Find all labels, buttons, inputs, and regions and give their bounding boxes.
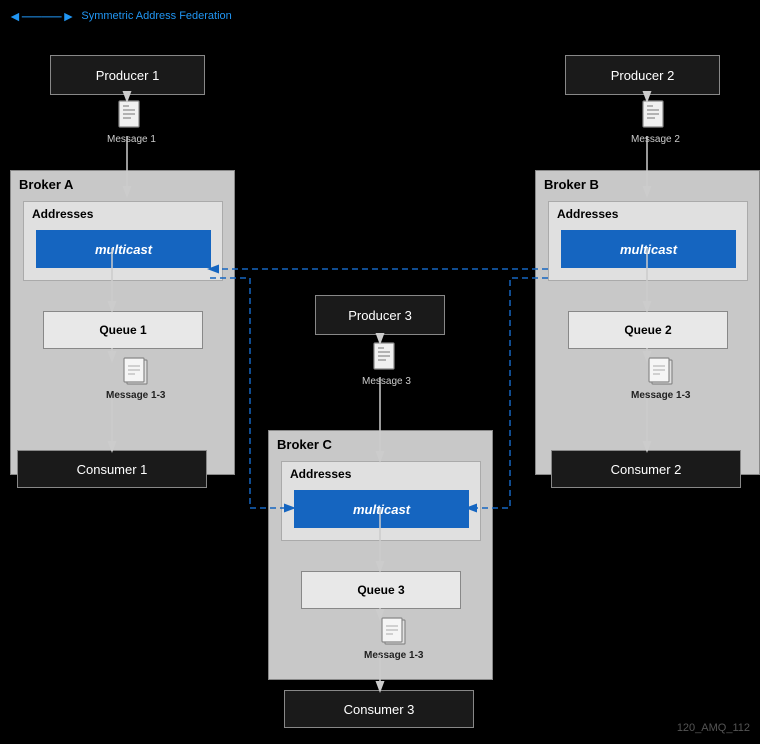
producer3-label: Producer 3: [348, 308, 412, 323]
message1-icon: Message 1: [107, 100, 156, 145]
queue2-box: Queue 2: [568, 311, 728, 349]
federation-label: Symmetric Address Federation: [81, 10, 231, 22]
queue1-label: Queue 1: [99, 323, 146, 337]
addresses-label-b: Addresses: [557, 207, 618, 221]
broker-c-label: Broker C: [277, 437, 332, 452]
federation-arrow-icon: ◄────►: [8, 8, 75, 24]
addresses-panel-b: Addresses multicast: [548, 201, 748, 281]
multicast-label-b: multicast: [620, 242, 677, 257]
broker-a-panel: Broker A Addresses multicast Queue 1 Mes…: [10, 170, 235, 475]
addresses-panel-c: Addresses multicast: [281, 461, 481, 541]
producer1-box: Producer 1: [50, 55, 205, 95]
consumer2-box: Consumer 2: [551, 450, 741, 488]
producer1-label: Producer 1: [96, 68, 160, 83]
multicast-label-c: multicast: [353, 502, 410, 517]
broker-b-label: Broker B: [544, 177, 599, 192]
queue3-box: Queue 3: [301, 571, 461, 609]
producer2-label: Producer 2: [611, 68, 675, 83]
queue1-box: Queue 1: [43, 311, 203, 349]
message2-icon: Message 2: [631, 100, 680, 145]
message13b-icon: Message 1-3: [631, 356, 690, 401]
message13a-icon: Message 1-3: [106, 356, 165, 401]
producer3-box: Producer 3: [315, 295, 445, 335]
message3-label: Message 3: [362, 376, 411, 387]
message13a-label: Message 1-3: [106, 390, 165, 401]
consumer1-label: Consumer 1: [77, 462, 148, 477]
consumer3-label: Consumer 3: [344, 702, 415, 717]
message13c-icon: Message 1-3: [364, 616, 423, 661]
producer2-box: Producer 2: [565, 55, 720, 95]
multicast-btn-c[interactable]: multicast: [294, 490, 469, 528]
multicast-label-a: multicast: [95, 242, 152, 257]
watermark: 120_AMQ_112: [677, 722, 750, 734]
queue2-label: Queue 2: [624, 323, 671, 337]
broker-b-panel: Broker B Addresses multicast Queue 2 Mes…: [535, 170, 760, 475]
addresses-panel-a: Addresses multicast: [23, 201, 223, 281]
message13c-label: Message 1-3: [364, 650, 423, 661]
queue3-label: Queue 3: [357, 583, 404, 597]
broker-a-label: Broker A: [19, 177, 73, 192]
broker-c-panel: Broker C Addresses multicast Queue 3 Mes…: [268, 430, 493, 680]
addresses-label-a: Addresses: [32, 207, 93, 221]
top-label: ◄────► Symmetric Address Federation: [8, 8, 232, 24]
consumer2-label: Consumer 2: [611, 462, 682, 477]
multicast-btn-b[interactable]: multicast: [561, 230, 736, 268]
consumer1-box: Consumer 1: [17, 450, 207, 488]
multicast-btn-a[interactable]: multicast: [36, 230, 211, 268]
message2-label: Message 2: [631, 134, 680, 145]
message1-label: Message 1: [107, 134, 156, 145]
addresses-label-c: Addresses: [290, 467, 351, 481]
consumer3-box: Consumer 3: [284, 690, 474, 728]
message13b-label: Message 1-3: [631, 390, 690, 401]
message3-icon: Message 3: [362, 342, 411, 387]
